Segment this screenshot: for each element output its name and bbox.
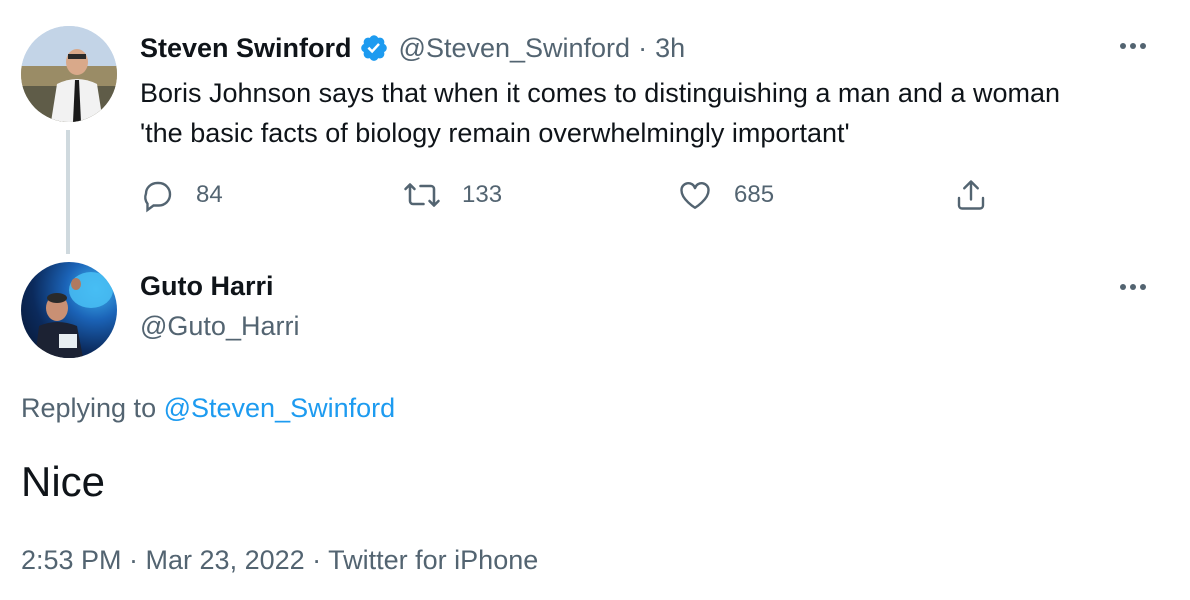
avatar-photo	[35, 272, 113, 358]
like-count: 685	[734, 181, 775, 208]
replying-label: Replying to	[21, 393, 157, 423]
share-icon	[953, 180, 989, 217]
retweet-count: 133	[462, 181, 503, 208]
thread-line	[66, 130, 70, 254]
display-name[interactable]: Guto Harri	[140, 271, 274, 302]
more-icon[interactable]	[1117, 30, 1149, 69]
heart-icon	[676, 177, 714, 213]
reply-button[interactable]: 84	[140, 177, 223, 213]
tweet-timestamp[interactable]: 2:53 PM · Mar 23, 2022 · Twitter for iPh…	[21, 545, 538, 576]
separator-dot: ·	[638, 32, 648, 63]
handle[interactable]: @Steven_Swinford	[399, 33, 631, 64]
avatar-guto-harri[interactable]	[21, 262, 117, 358]
reply-count: 84	[196, 181, 223, 208]
retweet-icon	[402, 177, 442, 213]
verified-badge-icon	[359, 33, 389, 63]
like-button[interactable]: 685	[676, 177, 774, 213]
more-icon[interactable]	[1117, 271, 1149, 310]
reply-text: Nice	[21, 458, 106, 505]
tweet-header: Steven Swinford @Steven_Swinford · 3h	[140, 30, 685, 66]
tweet-text: Boris Johnson says that when it comes to…	[140, 78, 1061, 148]
share-button[interactable]	[953, 177, 989, 218]
retweet-button[interactable]: 133	[402, 177, 502, 213]
reply-icon	[140, 177, 176, 213]
display-name[interactable]: Steven Swinford	[140, 33, 352, 64]
handle[interactable]: @Guto_Harri	[140, 311, 299, 342]
replying-to: Replying to @Steven_Swinford	[21, 393, 395, 424]
avatar-steven-swinford[interactable]	[21, 26, 117, 122]
avatar-photo	[21, 26, 117, 122]
tweet-time[interactable]: 3h	[655, 33, 685, 64]
replying-handle-link[interactable]: @Steven_Swinford	[164, 393, 396, 423]
